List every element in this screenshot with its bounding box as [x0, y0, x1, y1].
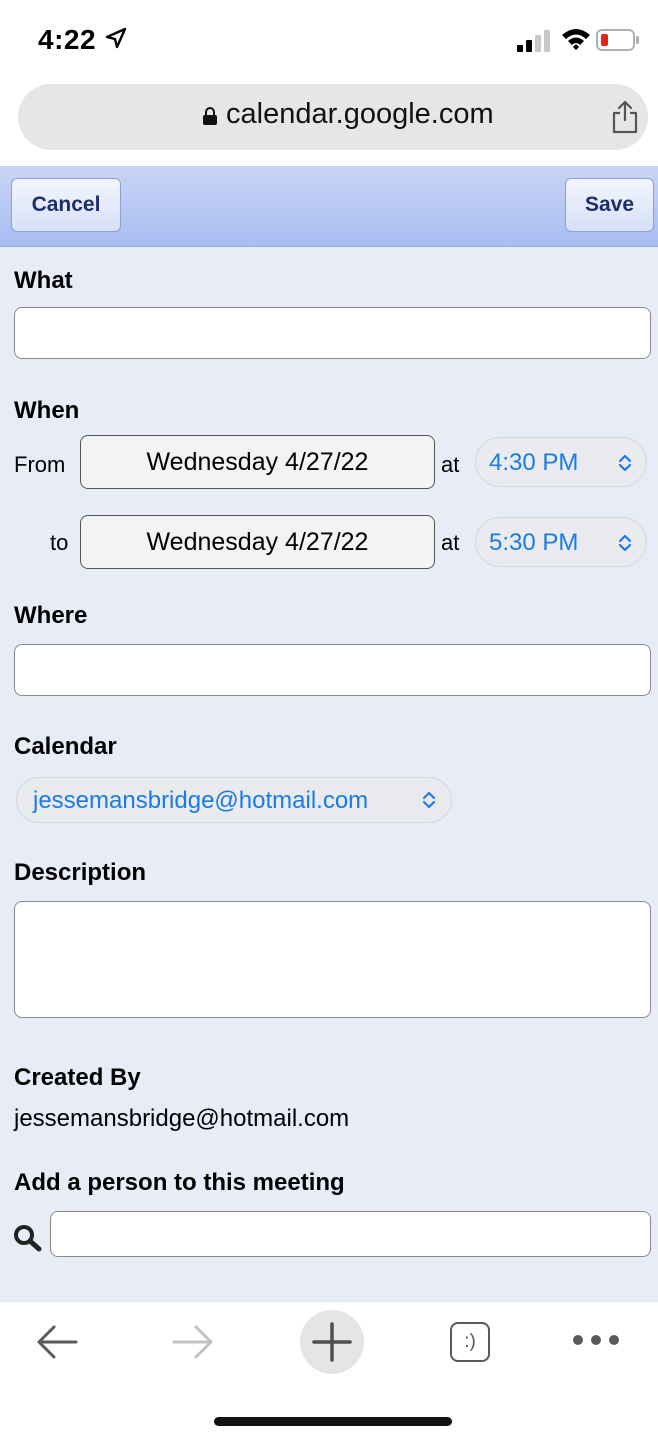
description-label: Description	[14, 859, 147, 886]
calendar-select[interactable]: jessemansbridge@hotmail.com	[16, 777, 452, 823]
lock-icon	[203, 107, 217, 125]
what-input[interactable]	[14, 307, 651, 359]
more-icon[interactable]	[572, 1333, 620, 1347]
calendar-value: jessemansbridge@hotmail.com	[33, 787, 369, 814]
what-label: What	[14, 267, 73, 294]
chevron-updown-icon	[618, 534, 632, 552]
from-at-label: at	[441, 452, 460, 477]
from-date-button[interactable]: Wednesday 4/27/22	[80, 435, 435, 489]
save-button[interactable]: Save	[565, 178, 654, 232]
to-at-label: at	[441, 530, 460, 555]
from-time-value: 4:30 PM	[489, 449, 579, 476]
to-label: to	[50, 530, 69, 555]
created-by-value: jessemansbridge@hotmail.com	[14, 1105, 350, 1132]
forward-arrow-icon[interactable]	[170, 1322, 216, 1362]
event-toolbar: Cancel Save	[0, 166, 658, 247]
add-person-input[interactable]	[50, 1211, 651, 1257]
home-indicator	[214, 1417, 452, 1426]
browser-bottom-toolbar: :)	[0, 1301, 658, 1441]
where-input[interactable]	[14, 644, 651, 696]
status-bar: 4:22	[0, 0, 658, 84]
signal-icon	[517, 30, 550, 52]
chevron-updown-icon	[422, 791, 436, 809]
to-date-button[interactable]: Wednesday 4/27/22	[80, 515, 435, 569]
search-icon	[14, 1225, 42, 1252]
from-label: From	[14, 452, 66, 477]
from-time-select[interactable]: 4:30 PM	[475, 437, 647, 487]
when-label: When	[14, 397, 80, 424]
add-person-label: Add a person to this meeting	[14, 1169, 345, 1196]
address-bar[interactable]: calendar.google.com	[18, 84, 648, 150]
cancel-button[interactable]: Cancel	[11, 178, 121, 232]
chevron-updown-icon	[618, 454, 632, 472]
created-by-label: Created By	[14, 1064, 141, 1091]
battery-icon	[596, 29, 639, 51]
description-textarea[interactable]	[14, 901, 651, 1018]
calendar-label: Calendar	[14, 733, 117, 760]
wifi-icon	[562, 29, 590, 50]
where-label: Where	[14, 602, 88, 629]
url-text: calendar.google.com	[226, 98, 494, 130]
to-time-value: 5:30 PM	[489, 529, 579, 556]
event-form: What When From Wednesday 4/27/22 at 4:30…	[0, 247, 658, 1301]
back-arrow-icon[interactable]	[34, 1322, 80, 1362]
status-time: 4:22	[38, 24, 97, 55]
location-arrow-icon	[105, 27, 127, 49]
share-icon[interactable]	[611, 100, 639, 134]
tabs-icon[interactable]: :)	[450, 1322, 490, 1362]
new-tab-plus-icon[interactable]	[299, 1309, 365, 1375]
to-time-select[interactable]: 5:30 PM	[475, 517, 647, 567]
